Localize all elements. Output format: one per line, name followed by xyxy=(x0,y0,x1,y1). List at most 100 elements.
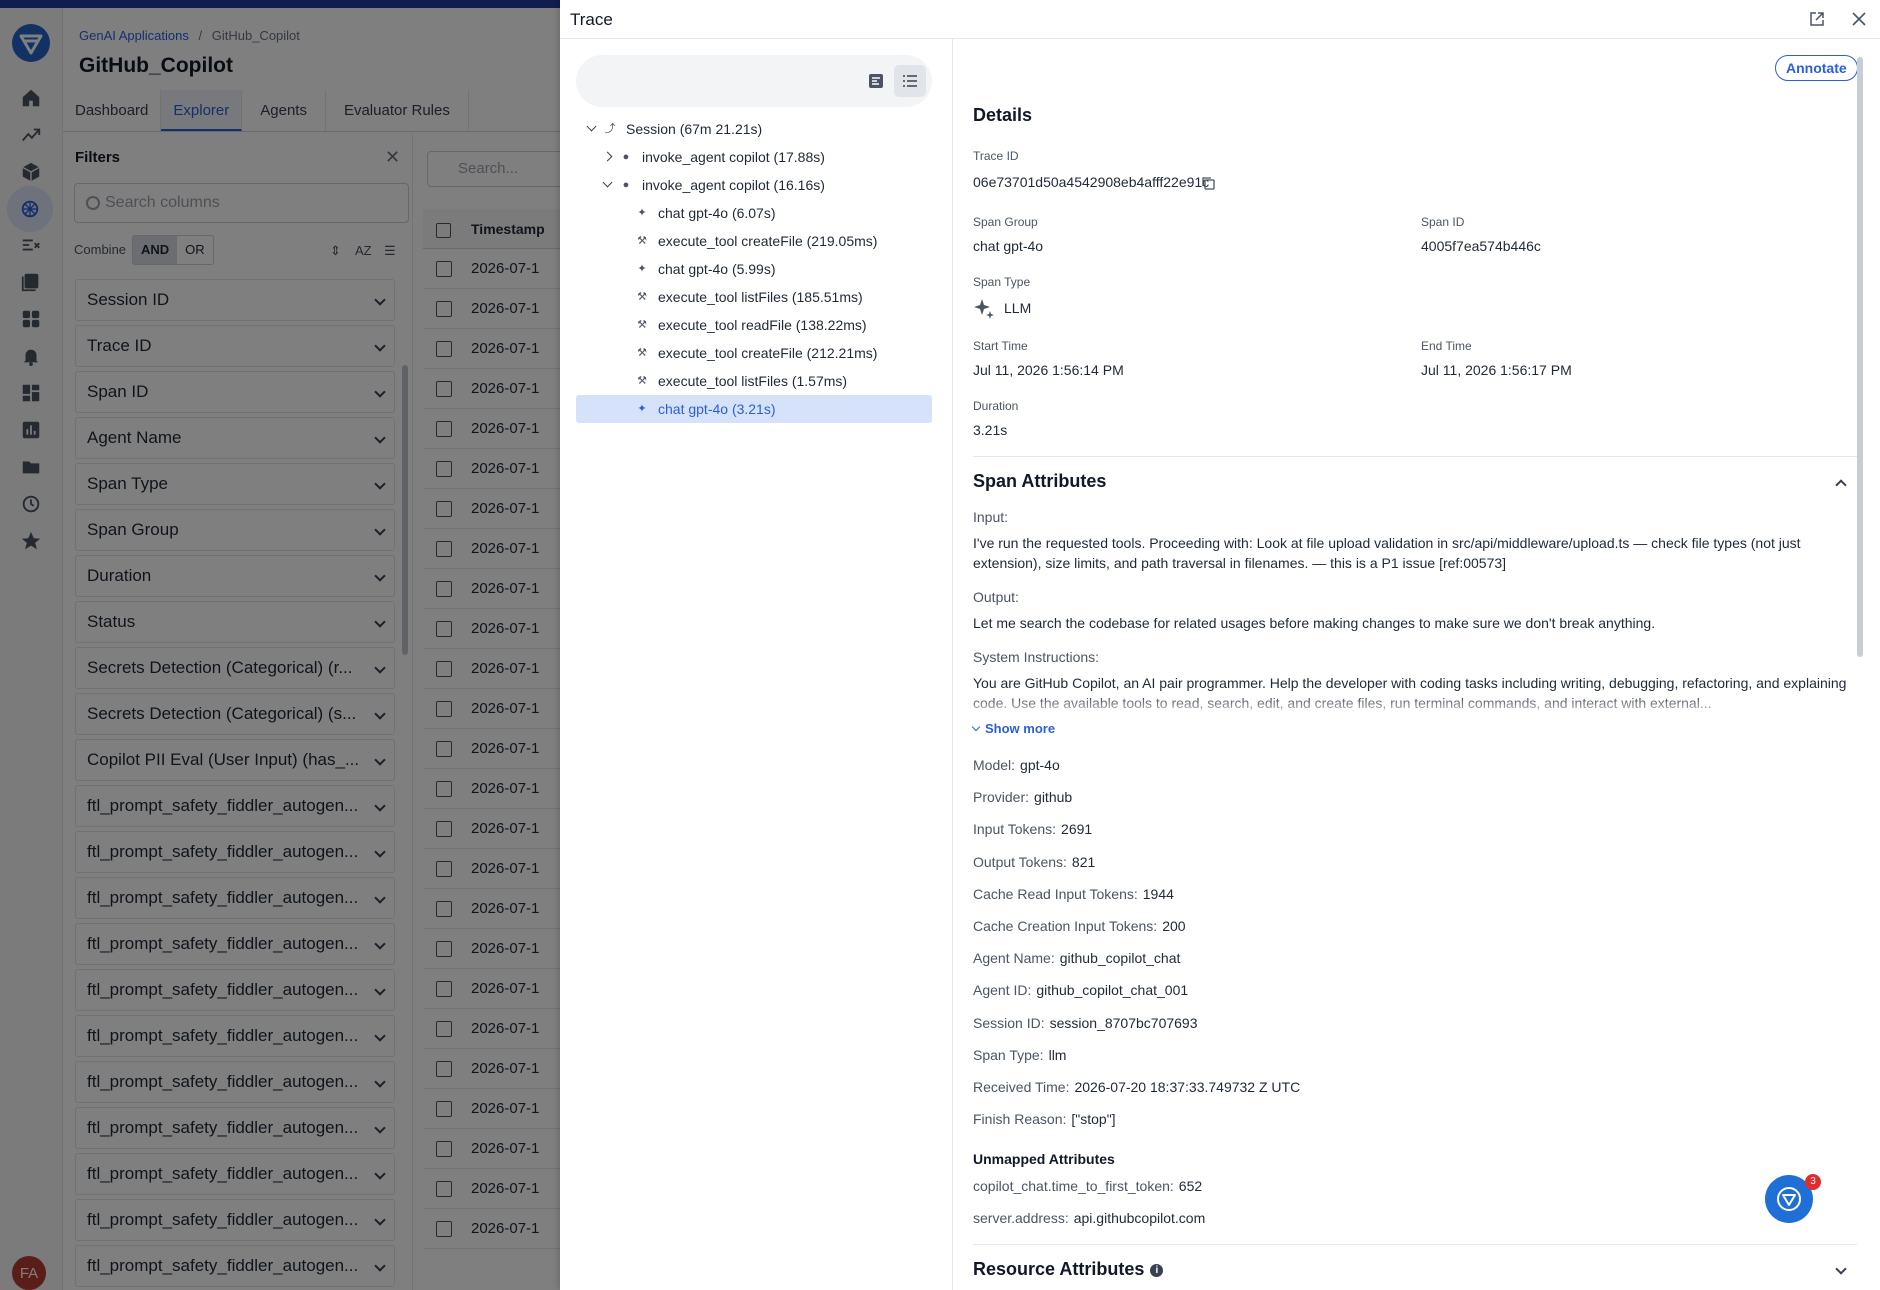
span-attribute-row: Cache Creation Input Tokens: 200 xyxy=(973,918,1186,934)
trace-id-label: Trace ID xyxy=(973,149,1019,163)
section-divider xyxy=(973,1244,1857,1245)
duration-value: 3.21s xyxy=(973,422,1008,438)
chevron-down-icon[interactable] xyxy=(602,177,613,188)
attribute-key: Session ID: xyxy=(973,1014,1045,1031)
span-attribute-row: Model: gpt-4o xyxy=(973,757,1060,773)
attribute-key: Agent Name: xyxy=(973,950,1055,967)
wrench-icon: ⚒ xyxy=(637,235,647,247)
attribute-value: 821 xyxy=(1071,853,1096,870)
app-root: FA GenAI Applications / GitHub_Copilot G… xyxy=(0,0,1880,1290)
copy-icon[interactable] xyxy=(1201,176,1215,190)
unmapped-attributes-title: Unmapped Attributes xyxy=(973,1151,1115,1167)
modal-backdrop[interactable] xyxy=(0,0,560,1290)
span-tree-node-label: execute_tool createFile (219.05ms) xyxy=(658,233,878,249)
span-tree-node-label: Session (67m 21.21s) xyxy=(626,121,763,137)
span-type-value: LLM xyxy=(1004,300,1032,316)
agent-icon: ● xyxy=(622,151,630,163)
attribute-value: github_copilot_chat_001 xyxy=(1036,982,1189,999)
sparkle-icon: ✦ xyxy=(637,403,647,415)
span-tree-node-label: chat gpt-4o (3.21s) xyxy=(658,401,776,417)
sparkle-icon xyxy=(973,297,995,319)
start-time-label: Start Time xyxy=(973,339,1028,353)
end-time-label: End Time xyxy=(1421,339,1472,353)
wrench-icon: ⚒ xyxy=(637,375,647,387)
output-label: Output: xyxy=(973,589,1019,605)
attribute-value: api.githubcopilot.com xyxy=(1073,1210,1206,1226)
unmapped-attribute-row: server.address: api.githubcopilot.com xyxy=(973,1210,1205,1226)
attribute-value: github_copilot_chat xyxy=(1059,950,1181,967)
span-attribute-row: Output Tokens: 821 xyxy=(973,854,1095,870)
attribute-key: copilot_chat.time_to_first_token: xyxy=(973,1178,1174,1194)
span-attribute-row: Agent Name: github_copilot_chat xyxy=(973,950,1180,966)
span-tree-node[interactable]: ⚒ execute_tool listFiles (1.57ms) xyxy=(576,367,932,395)
chevron-right-icon[interactable] xyxy=(602,151,613,162)
collapse-chevron-icon[interactable] xyxy=(1835,479,1847,491)
span-tree-node[interactable]: ● invoke_agent copilot (16.16s) xyxy=(576,171,932,199)
details-scrollbar[interactable] xyxy=(1857,57,1863,657)
span-attribute-row: Span Type: llm xyxy=(973,1047,1066,1063)
tree-list-view-icon[interactable] xyxy=(894,65,926,97)
input-value: I've run the requested tools. Proceeding… xyxy=(973,535,1801,571)
wrench-icon: ⚒ xyxy=(637,291,647,303)
annotate-button[interactable]: Annotate xyxy=(1775,55,1858,81)
attribute-value: 200 xyxy=(1162,918,1186,934)
close-icon[interactable] xyxy=(1850,10,1868,28)
span-tree-node-label: invoke_agent copilot (17.88s) xyxy=(642,149,825,165)
span-tree-node[interactable]: ⚒ execute_tool createFile (219.05ms) xyxy=(576,227,932,255)
attribute-value: 2691 xyxy=(1061,821,1093,838)
attribute-key: Received Time: xyxy=(973,1079,1070,1095)
span-tree-node[interactable]: ⚒ execute_tool listFiles (185.51ms) xyxy=(576,283,932,311)
span-attribute-row: Cache Read Input Tokens: 1944 xyxy=(973,886,1174,902)
sparkle-icon: ✦ xyxy=(637,207,647,219)
span-tree-node-label: invoke_agent copilot (16.16s) xyxy=(642,177,825,193)
attribute-value: 652 xyxy=(1178,1178,1203,1194)
span-attribute-row: Received Time: 2026-07-20 18:37:33.749732… xyxy=(973,1079,1300,1095)
unmapped-attribute-row: copilot_chat.time_to_first_token: 652 xyxy=(973,1178,1202,1194)
open-external-icon[interactable] xyxy=(1808,10,1826,28)
attribute-key: Input Tokens: xyxy=(973,821,1057,838)
span-tree-node[interactable]: ● invoke_agent copilot (17.88s) xyxy=(576,143,932,171)
info-icon[interactable]: i xyxy=(1150,1263,1164,1277)
span-tree-node[interactable]: ⚒ execute_tool readFile (138.22ms) xyxy=(576,311,932,339)
span-group-value: chat gpt-4o xyxy=(973,238,1044,254)
show-more-label: Show more xyxy=(985,721,1056,736)
span-attribute-row: Finish Reason: ["stop"] xyxy=(973,1111,1116,1127)
attribute-value: github xyxy=(1034,789,1073,806)
span-tree-node[interactable]: ⚒ execute_tool createFile (212.21ms) xyxy=(576,339,932,367)
fiddler-chat-icon xyxy=(1777,1187,1801,1211)
span-tree-node-label: execute_tool readFile (138.22ms) xyxy=(658,317,867,333)
attribute-key: Output Tokens: xyxy=(973,853,1067,870)
attribute-value: gpt-4o xyxy=(1020,757,1060,773)
resource-attributes-label: Resource Attributes xyxy=(973,1259,1145,1279)
span-tree-node-label: execute_tool createFile (212.21ms) xyxy=(658,345,878,361)
span-tree-node[interactable]: ✦ chat gpt-4o (6.07s) xyxy=(576,199,932,227)
waterfall-view-icon[interactable] xyxy=(860,65,892,97)
input-label: Input: xyxy=(973,509,1009,525)
span-id-label: Span ID xyxy=(1421,215,1465,229)
span-attribute-row: Input Tokens: 2691 xyxy=(973,821,1092,837)
agent-icon: ● xyxy=(622,179,630,191)
span-tree-node[interactable]: ✦ chat gpt-4o (5.99s) xyxy=(576,255,932,283)
chevron-down-icon[interactable] xyxy=(586,121,597,132)
attribute-key: Finish Reason: xyxy=(973,1111,1067,1128)
span-tree: ⤴ Session (67m 21.21s) ● invoke_agent copil… xyxy=(576,115,932,423)
output-value: Let me search the codebase for related u… xyxy=(973,615,1656,631)
trace-id-value: 06e73701d50a4542908eb4afff22e91c xyxy=(973,174,1210,190)
span-tree-node[interactable]: ✦ chat gpt-4o (3.21s) xyxy=(576,395,932,423)
attribute-key: Model: xyxy=(973,757,1016,773)
attribute-value: llm xyxy=(1048,1046,1067,1063)
span-tree-node-label: chat gpt-4o (5.99s) xyxy=(658,261,776,277)
span-tree-node-label: execute_tool listFiles (1.57ms) xyxy=(658,373,848,389)
system-instructions-value: You are GitHub Copilot, an AI pair progr… xyxy=(973,675,1847,711)
details-title: Details xyxy=(973,105,1033,125)
sparkle-icon: ✦ xyxy=(637,263,647,275)
span-tree-node-label: execute_tool listFiles (185.51ms) xyxy=(658,289,863,305)
attribute-key: server.address: xyxy=(973,1210,1069,1226)
start-time-value: Jul 11, 2026 1:56:14 PM xyxy=(973,362,1124,378)
tree-toolbar xyxy=(576,55,932,107)
show-more-link[interactable]: Show more xyxy=(971,721,1056,736)
attribute-value: session_8707bc707693 xyxy=(1049,1014,1198,1031)
expand-chevron-icon[interactable] xyxy=(1835,1263,1847,1275)
span-tree-node[interactable]: ⤴ Session (67m 21.21s) xyxy=(576,115,932,143)
attribute-key: Cache Creation Input Tokens: xyxy=(973,918,1158,934)
